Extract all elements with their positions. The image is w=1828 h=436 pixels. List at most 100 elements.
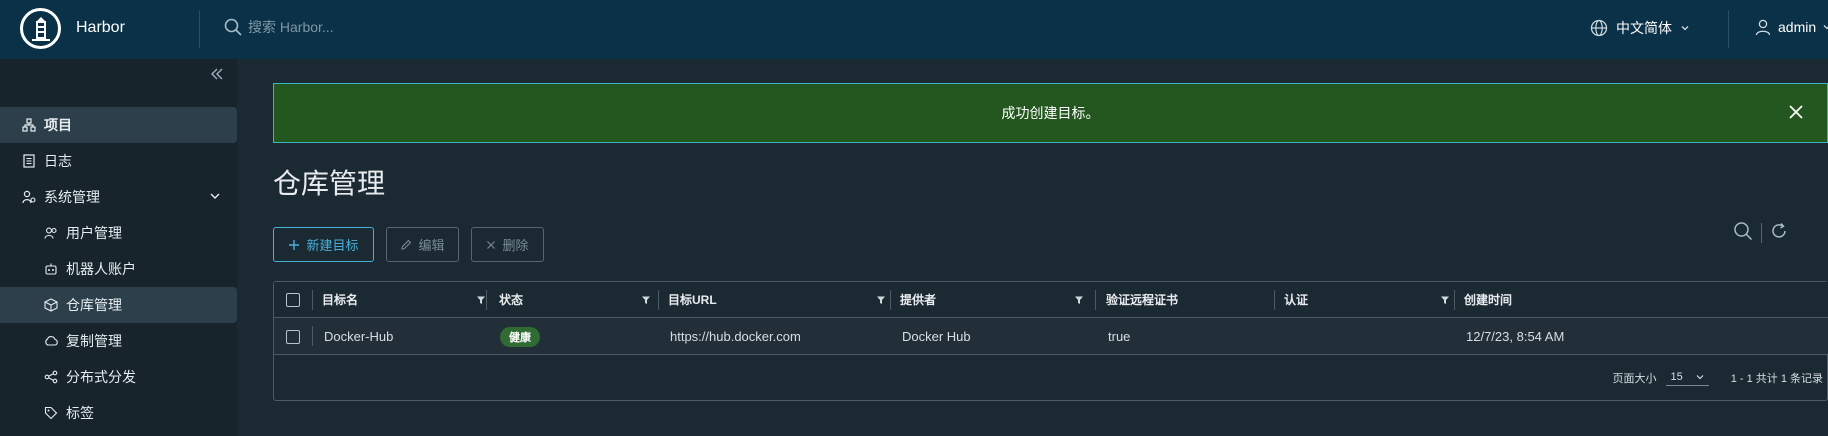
edit-button[interactable]: 编辑 [386, 227, 459, 262]
filter-icon[interactable] [1074, 294, 1084, 308]
cell-provider: Docker Hub [902, 329, 971, 344]
plus-icon [289, 239, 300, 250]
close-icon[interactable] [1787, 103, 1805, 124]
search-icon[interactable] [1733, 221, 1753, 244]
sidebar-item-users[interactable]: 用户管理 [0, 215, 237, 251]
harbor-logo-icon[interactable] [20, 8, 61, 49]
chevron-down-icon [1696, 374, 1704, 379]
collapse-sidebar-icon[interactable] [210, 67, 224, 86]
language-label: 中文简体 [1616, 20, 1672, 36]
column-header-created[interactable]: 创建时间 [1464, 282, 1664, 317]
column-header-url[interactable]: 目标URL [668, 282, 896, 317]
filter-icon[interactable] [641, 294, 651, 308]
chevron-down-icon [1681, 26, 1689, 31]
globe-icon [1590, 19, 1608, 37]
sidebar-item-projects[interactable]: 项目 [0, 107, 237, 143]
refresh-icon[interactable] [1770, 222, 1788, 243]
delete-button[interactable]: 删除 [471, 227, 544, 262]
header-divider [199, 10, 200, 48]
logs-icon [22, 154, 36, 168]
row-checkbox[interactable] [286, 318, 300, 355]
status-badge: 健康 [500, 326, 540, 347]
cell-created: 12/7/23, 8:54 AM [1466, 329, 1565, 344]
sidebar-item-robot-accounts[interactable]: 机器人账户 [0, 251, 237, 287]
sidebar-item-label: 机器人账户 [66, 261, 136, 277]
header-divider [1728, 10, 1729, 48]
filter-icon[interactable] [1440, 294, 1450, 308]
global-search[interactable]: 搜索 Harbor... [224, 17, 334, 37]
page-size-label: 页面大小 [1612, 373, 1657, 385]
delete-label: 删除 [502, 238, 529, 253]
page-size-select[interactable]: 15 [1666, 370, 1709, 386]
language-selector[interactable]: 中文简体 [1590, 18, 1690, 38]
sidebar-item-label: 标签 [66, 405, 94, 421]
success-alert: 成功创建目标。 [273, 83, 1828, 143]
top-header: Harbor 搜索 Harbor... 中文简体 admin [0, 0, 1828, 59]
column-header-name[interactable]: 目标名 [322, 282, 496, 317]
cell-name[interactable]: Docker-Hub [324, 318, 393, 355]
sidebar: 项目 日志 系统管理 用户管理 机器人账户 仓库管理 复制管理 分布式分发 标签 [0, 59, 237, 436]
robot-icon [44, 262, 58, 276]
tag-icon [44, 406, 58, 420]
column-header-verify-cert[interactable]: 验证远程证书 [1106, 282, 1276, 317]
sidebar-item-replications[interactable]: 复制管理 [0, 323, 237, 359]
user-menu[interactable]: admin [1754, 18, 1828, 36]
column-divider [312, 290, 313, 310]
users-icon [44, 226, 58, 240]
close-icon [487, 240, 496, 249]
table-row[interactable]: Docker-Hub 健康 https://hub.docker.com Doc… [274, 318, 1828, 355]
pagination-summary: 1 - 1 共计 1 条记录 [1730, 373, 1823, 385]
cell-verify-cert: true [1108, 329, 1131, 344]
brand-name[interactable]: Harbor [76, 19, 125, 37]
column-label: 认证 [1284, 293, 1309, 307]
search-icon [224, 18, 242, 36]
new-endpoint-button[interactable]: 新建目标 [273, 227, 374, 262]
column-label: 目标URL [668, 293, 717, 307]
projects-icon [22, 118, 36, 132]
column-label: 目标名 [322, 293, 359, 307]
column-label: 状态 [499, 293, 524, 307]
table-header: 目标名 状态 目标URL 提供者 验证远程证书 认证 创建时间 [274, 282, 1828, 318]
cell-status: 健康 [500, 318, 540, 355]
filter-icon[interactable] [476, 294, 486, 308]
sidebar-item-label: 系统管理 [44, 189, 100, 205]
column-header-auth[interactable]: 认证 [1284, 282, 1460, 317]
chevron-down-icon [209, 189, 221, 205]
column-divider [658, 290, 659, 310]
page-size-control: 页面大小 15 [1612, 370, 1709, 386]
page-size-value: 15 [1670, 370, 1683, 383]
select-all-checkbox[interactable] [286, 282, 306, 317]
column-divider [1095, 290, 1096, 310]
distribution-icon [44, 370, 58, 384]
grid-footer: 页面大小 15 1 - 1 共计 1 条记录 [274, 355, 1828, 401]
edit-label: 编辑 [418, 238, 445, 253]
sidebar-item-label: 复制管理 [66, 333, 122, 349]
pencil-icon [401, 239, 412, 250]
sidebar-item-labels[interactable]: 标签 [0, 395, 237, 431]
column-label: 创建时间 [1464, 293, 1513, 307]
sidebar-item-admin[interactable]: 系统管理 [0, 179, 237, 215]
sidebar-item-logs[interactable]: 日志 [0, 143, 237, 179]
tool-divider [1761, 222, 1762, 243]
sidebar-item-label: 项目 [44, 117, 72, 133]
replication-icon [44, 334, 58, 348]
search-input[interactable]: 搜索 Harbor... [248, 17, 334, 37]
column-divider [486, 290, 487, 310]
sidebar-item-distributions[interactable]: 分布式分发 [0, 359, 237, 395]
registry-icon [44, 298, 58, 312]
sidebar-item-registries[interactable]: 仓库管理 [0, 287, 237, 323]
filter-icon[interactable] [876, 294, 886, 308]
column-header-status[interactable]: 状态 [499, 282, 661, 317]
column-header-provider[interactable]: 提供者 [900, 282, 1094, 317]
username: admin [1778, 19, 1817, 35]
chevron-down-icon [1823, 25, 1828, 30]
main-content: 成功创建目标。 仓库管理 新建目标 编辑 删除 目标名 状态 目标URL 提供者… [237, 59, 1828, 436]
new-endpoint-label: 新建目标 [306, 238, 359, 253]
column-divider [1274, 290, 1275, 310]
alert-message: 成功创建目标。 [1001, 105, 1100, 121]
sidebar-item-label: 用户管理 [66, 225, 122, 241]
column-label: 验证远程证书 [1106, 293, 1179, 307]
user-icon [1755, 19, 1771, 36]
cell-url: https://hub.docker.com [670, 329, 801, 344]
column-divider [312, 326, 313, 346]
